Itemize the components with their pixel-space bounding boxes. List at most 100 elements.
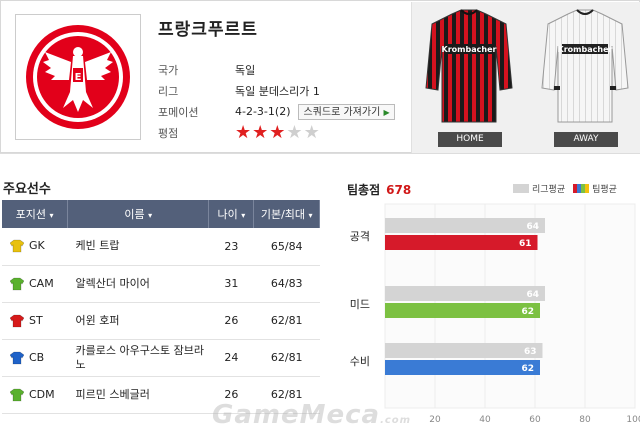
column-header-name[interactable]: 이름 ▾ bbox=[67, 200, 210, 228]
info-row-rating: 평점 ★★★★★ bbox=[158, 122, 395, 143]
x-tick-label: 20 bbox=[429, 415, 441, 425]
team-average-bar bbox=[385, 303, 540, 318]
sort-down-icon: ▾ bbox=[148, 211, 153, 220]
player-name[interactable]: 케빈 트랍 bbox=[67, 228, 209, 266]
player-age: 23 bbox=[208, 228, 254, 266]
star-empty-icon: ★ bbox=[286, 122, 304, 143]
sponsor-text: Krombacher bbox=[442, 45, 497, 54]
x-tick-label: 100 bbox=[626, 415, 640, 425]
position-label: CB bbox=[29, 350, 45, 364]
home-kit-label[interactable]: HOME bbox=[438, 132, 502, 147]
info-value: 4-2-3-1(2) bbox=[235, 105, 291, 118]
player-age: 31 bbox=[208, 265, 254, 303]
team-info: 국가 독일 리그 독일 분데스리가 1 포메이션 4-2-3-1(2) 스쿼드로… bbox=[158, 59, 395, 143]
league-average-bar bbox=[385, 286, 545, 301]
star-icon: ★ bbox=[269, 122, 287, 143]
league-average-bar bbox=[385, 343, 543, 358]
player-row[interactable]: GK 케빈 트랍 23 65/84 bbox=[2, 228, 320, 266]
player-position: GK bbox=[2, 228, 68, 266]
squad-import-label: 스쿼드로 가져가기 bbox=[303, 106, 381, 118]
column-header-position[interactable]: 포지션 ▾ bbox=[2, 200, 69, 228]
team-average-value: 61 bbox=[519, 239, 532, 249]
team-score-value: 678 bbox=[386, 183, 412, 197]
header-label: 포지션 bbox=[15, 208, 46, 221]
league-average-bar bbox=[385, 218, 545, 233]
category-label: 미드 bbox=[350, 298, 370, 311]
x-tick-label: 60 bbox=[529, 415, 541, 425]
eagle-crest-icon: E bbox=[26, 25, 130, 129]
team-average-bar bbox=[385, 235, 538, 250]
legend-swatch-league bbox=[513, 184, 529, 193]
team-average-bar bbox=[385, 360, 540, 375]
info-row-league: 리그 독일 분데스리가 1 bbox=[158, 80, 395, 101]
home-kit-jersey: Krombacher bbox=[425, 9, 513, 123]
away-kit-label[interactable]: AWAY bbox=[554, 132, 618, 147]
chart-legend: 리그평균 팀평균 bbox=[513, 182, 617, 195]
player-rating: 62/81 bbox=[253, 302, 320, 340]
position-label: ST bbox=[29, 313, 43, 327]
league-average-value: 63 bbox=[524, 347, 537, 357]
x-tick-label: 80 bbox=[579, 415, 591, 425]
player-name[interactable]: 알렉산더 마이어 bbox=[67, 265, 209, 303]
shirt-icon bbox=[10, 239, 24, 253]
sort-down-icon: ▾ bbox=[241, 211, 246, 220]
position-label: GK bbox=[29, 239, 45, 253]
player-name[interactable]: 카를로스 아우구스토 잠브라노 bbox=[67, 339, 209, 377]
player-position: CAM bbox=[2, 265, 68, 303]
legend-label-team: 팀평균 bbox=[592, 185, 617, 195]
league-average-value: 64 bbox=[526, 222, 539, 232]
team-logo: E bbox=[15, 14, 141, 140]
info-key: 포메이션 bbox=[158, 105, 199, 119]
header-label: 이름 bbox=[124, 208, 145, 221]
kit-panel: Krombacher HOME Krombacher AWAY bbox=[411, 2, 640, 153]
section-divider bbox=[0, 153, 640, 154]
player-position: ST bbox=[2, 302, 68, 340]
arrow-right-icon: ▶ bbox=[383, 107, 390, 117]
shirt-icon bbox=[10, 314, 24, 327]
info-key: 리그 bbox=[158, 84, 179, 98]
info-key: 국가 bbox=[158, 63, 179, 77]
team-score-chart: 20 40 60 80 100 64 61 공격 64 62 미드 63 62 수비 bbox=[350, 203, 640, 425]
star-empty-icon: ★ bbox=[303, 122, 321, 143]
player-row[interactable]: ST 어윈 호퍼 26 62/81 bbox=[2, 302, 320, 340]
info-value: 독일 bbox=[235, 63, 256, 77]
svg-text:E: E bbox=[75, 72, 82, 83]
player-name[interactable]: 피르민 스베글러 bbox=[67, 376, 209, 414]
x-tick-label: 40 bbox=[479, 415, 491, 425]
legend-swatch-team bbox=[573, 184, 590, 193]
team-average-value: 62 bbox=[521, 364, 534, 374]
shirt-icon bbox=[10, 277, 24, 290]
team-header-panel: E 프랑크푸르트 국가 독일 리그 독일 분데스리가 1 포메이션 4-2-3-… bbox=[0, 0, 640, 153]
column-header-age[interactable]: 나이 ▾ bbox=[208, 200, 255, 228]
watermark-text: GameMeca bbox=[212, 400, 381, 430]
key-players-title: 주요선수 bbox=[3, 182, 51, 197]
legend-label-league: 리그평균 bbox=[532, 185, 566, 195]
player-rating: 65/84 bbox=[253, 228, 320, 266]
player-age: 24 bbox=[208, 339, 254, 377]
watermark: GameMeca.com bbox=[212, 400, 411, 430]
header-label: 기본/최대 bbox=[260, 208, 306, 221]
position-label: CAM bbox=[29, 276, 54, 290]
info-row-country: 국가 독일 bbox=[158, 59, 395, 80]
key-players-table: 포지션 ▾ 이름 ▾ 나이 ▾ 기본/최대 ▾ GK 케빈 트랍 23 65/84 CA… bbox=[2, 200, 320, 414]
player-age: 26 bbox=[208, 302, 254, 340]
player-rating: 62/81 bbox=[253, 339, 320, 377]
player-name[interactable]: 어윈 호퍼 bbox=[67, 302, 209, 340]
info-key: 평점 bbox=[158, 126, 179, 140]
squad-import-button[interactable]: 스쿼드로 가져가기 ▶ bbox=[298, 103, 395, 120]
category-label: 수비 bbox=[350, 355, 370, 368]
away-kit-jersey: Krombacher bbox=[541, 9, 629, 123]
player-row[interactable]: CAM 알렉산더 마이어 31 64/83 bbox=[2, 265, 320, 303]
info-value: 독일 분데스리가 1 bbox=[235, 84, 320, 98]
team-average-value: 62 bbox=[521, 307, 534, 317]
star-icon: ★ bbox=[235, 122, 253, 143]
sort-down-icon: ▾ bbox=[49, 211, 54, 220]
sponsor-text: Krombacher bbox=[558, 45, 613, 54]
rating-stars: ★★★★★ bbox=[235, 122, 321, 143]
star-icon: ★ bbox=[252, 122, 270, 143]
category-label: 공격 bbox=[350, 230, 370, 243]
team-score-title: 팀총점 678 bbox=[347, 181, 411, 198]
column-header-rating[interactable]: 기본/최대 ▾ bbox=[253, 200, 320, 228]
player-position: CDM bbox=[2, 376, 68, 414]
player-row[interactable]: CB 카를로스 아우구스토 잠브라노 24 62/81 bbox=[2, 339, 320, 377]
